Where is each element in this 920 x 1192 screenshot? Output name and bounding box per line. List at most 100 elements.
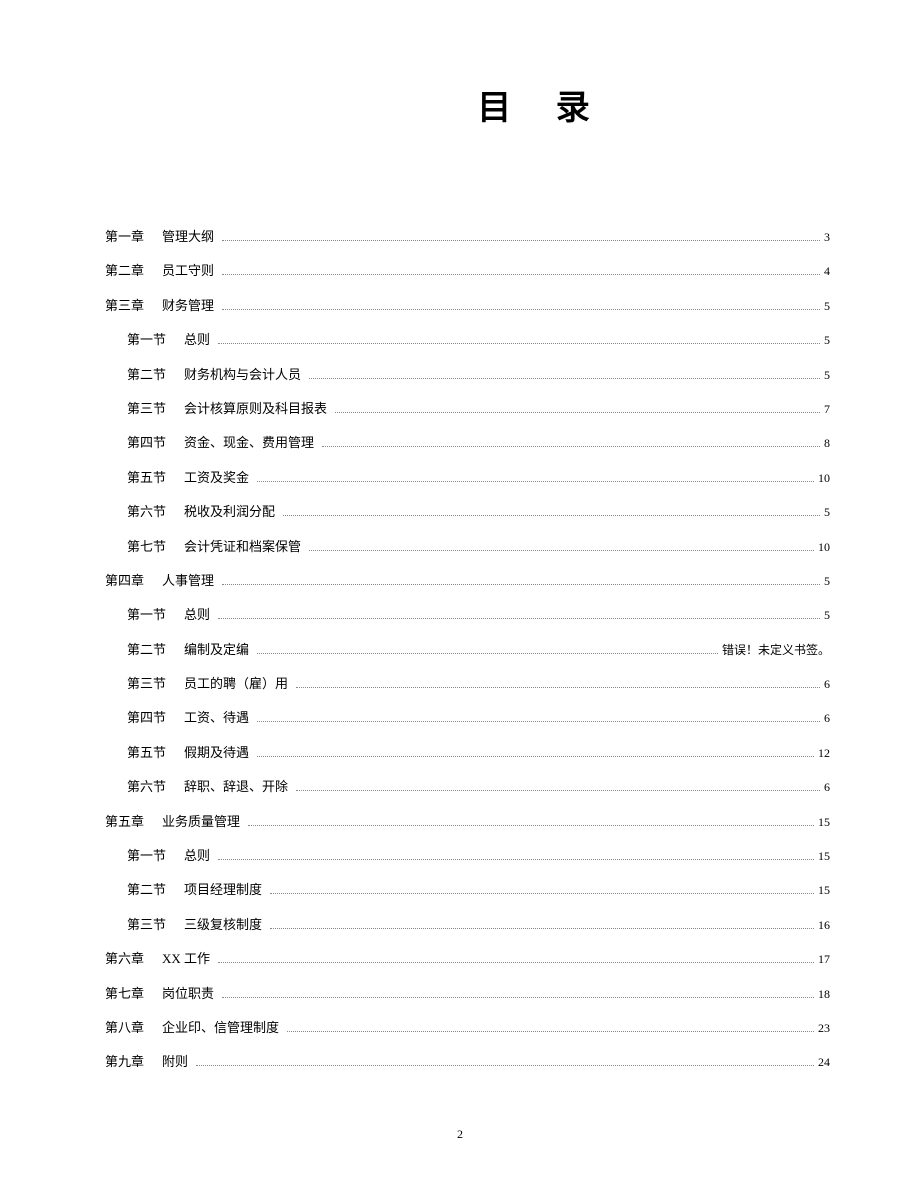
toc-entry-title: 财务机构与会计人员 — [184, 367, 301, 384]
toc-entry-title: 工资、待遇 — [184, 710, 249, 727]
toc-entry-title: 人事管理 — [162, 573, 214, 590]
toc-entry-label: 第一节 — [127, 848, 166, 865]
toc-entry-label: 第一节 — [127, 332, 166, 349]
toc-entry-page: 16 — [818, 918, 830, 934]
toc-leader — [335, 412, 820, 413]
toc-entry: 第七节 会计凭证和档案保管 10 — [105, 539, 830, 556]
toc-entry-title: 岗位职责 — [162, 986, 214, 1003]
toc-entry: 第一章 管理大纲 3 — [105, 229, 830, 246]
toc-leader — [218, 618, 820, 619]
toc-entry-label: 第七章 — [105, 986, 144, 1003]
toc-entry-page: 错误！未定义书签。 — [722, 643, 830, 659]
toc-entry-page: 8 — [824, 436, 830, 452]
toc-entry-label: 第四章 — [105, 573, 144, 590]
toc-entry-page: 23 — [818, 1021, 830, 1037]
toc-entry-title: 辞职、辞退、开除 — [184, 779, 288, 796]
toc-entry-label: 第二节 — [127, 882, 166, 899]
toc-entry: 第五章 业务质量管理 15 — [105, 814, 830, 831]
toc-entry: 第一节总则5 — [105, 332, 830, 349]
toc-title: 目 录 — [255, 80, 830, 129]
toc-entry-label: 第三节 — [127, 401, 166, 418]
toc-entry-page: 4 — [824, 264, 830, 280]
toc-leader — [248, 825, 814, 826]
toc-leader — [322, 446, 820, 447]
toc-entry: 第二节 财务机构与会计人员 5 — [105, 367, 830, 384]
toc-entry-page: 3 — [824, 230, 830, 246]
toc-entry-page: 6 — [824, 711, 830, 727]
toc-entry-label: 第九章 — [105, 1054, 144, 1071]
toc-entry-title: XX 工作 — [162, 951, 210, 968]
toc-entry-label: 第三章 — [105, 298, 144, 315]
toc-entry-label: 第四节 — [127, 710, 166, 727]
toc-leader — [257, 481, 814, 482]
toc-entry-page: 24 — [818, 1055, 830, 1071]
toc-entry-label: 第二章 — [105, 263, 144, 280]
toc-entry-title: 假期及待遇 — [184, 745, 249, 762]
toc-entry-page: 5 — [824, 608, 830, 624]
toc-leader — [309, 550, 814, 551]
toc-entry-page: 15 — [818, 883, 830, 899]
toc-leader — [218, 859, 814, 860]
toc-entry: 第八章 企业印、信管理制度 23 — [105, 1020, 830, 1037]
table-of-contents: 第一章管理大纲3第二章员工守则4第三章财务管理5第一节总则5第二节财务机构与会计… — [105, 229, 830, 1071]
toc-entry: 第六章 XX 工作 17 — [105, 951, 830, 968]
toc-entry-label: 第一章 — [105, 229, 144, 246]
toc-entry-page: 10 — [818, 471, 830, 487]
toc-leader — [309, 378, 820, 379]
toc-entry-label: 第一节 — [127, 607, 166, 624]
toc-leader — [196, 1065, 814, 1066]
toc-entry-title: 总则 — [184, 607, 210, 624]
toc-leader — [257, 721, 820, 722]
toc-entry-title: 编制及定编 — [184, 642, 249, 659]
toc-leader — [257, 653, 718, 654]
toc-entry-page: 10 — [818, 540, 830, 556]
toc-entry-title: 企业印、信管理制度 — [162, 1020, 279, 1037]
toc-entry: 第三节 三级复核制度16 — [105, 917, 830, 934]
toc-leader — [218, 962, 814, 963]
toc-entry-label: 第三节 — [127, 917, 166, 934]
toc-entry-page: 6 — [824, 677, 830, 693]
toc-entry-page: 15 — [818, 849, 830, 865]
toc-entry-title: 税收及利润分配 — [184, 504, 275, 521]
toc-entry-label: 第六章 — [105, 951, 144, 968]
toc-leader — [257, 756, 814, 757]
toc-entry: 第四节资金、现金、费用管理8 — [105, 435, 830, 452]
toc-leader — [296, 687, 820, 688]
toc-entry-page: 5 — [824, 505, 830, 521]
toc-entry-label: 第四节 — [127, 435, 166, 452]
toc-entry-label: 第五节 — [127, 745, 166, 762]
toc-entry: 第六节 税收及利润分配 5 — [105, 504, 830, 521]
toc-entry: 第三节员工的聘（雇）用6 — [105, 676, 830, 693]
toc-entry-page: 5 — [824, 333, 830, 349]
toc-entry: 第一节 总则15 — [105, 848, 830, 865]
toc-leader — [222, 274, 820, 275]
toc-entry-label: 第五节 — [127, 470, 166, 487]
toc-entry-page: 18 — [818, 987, 830, 1003]
toc-entry-title: 会计凭证和档案保管 — [184, 539, 301, 556]
toc-entry-title: 管理大纲 — [162, 229, 214, 246]
toc-entry-label: 第六节 — [127, 504, 166, 521]
toc-entry: 第二节 项目经理制度15 — [105, 882, 830, 899]
toc-entry-page: 5 — [824, 299, 830, 315]
toc-entry-title: 业务质量管理 — [162, 814, 240, 831]
toc-entry: 第六节辞职、辞退、开除6 — [105, 779, 830, 796]
toc-entry-label: 第三节 — [127, 676, 166, 693]
toc-entry-label: 第五章 — [105, 814, 144, 831]
toc-leader — [222, 240, 820, 241]
toc-entry-label: 第二节 — [127, 642, 166, 659]
toc-leader — [222, 584, 820, 585]
toc-entry-page: 5 — [824, 574, 830, 590]
toc-entry-page: 5 — [824, 368, 830, 384]
toc-entry: 第五节工资及奖金10 — [105, 470, 830, 487]
toc-leader — [270, 928, 814, 929]
toc-entry: 第三节会计核算原则及科目报表7 — [105, 401, 830, 418]
toc-entry-label: 第七节 — [127, 539, 166, 556]
toc-entry-title: 附则 — [162, 1054, 188, 1071]
toc-entry-page: 15 — [818, 815, 830, 831]
toc-entry-label: 第二节 — [127, 367, 166, 384]
toc-entry-page: 17 — [818, 952, 830, 968]
toc-leader — [283, 515, 820, 516]
toc-entry-page: 6 — [824, 780, 830, 796]
toc-entry: 第四节 工资、待遇 6 — [105, 710, 830, 727]
toc-entry-label: 第八章 — [105, 1020, 144, 1037]
